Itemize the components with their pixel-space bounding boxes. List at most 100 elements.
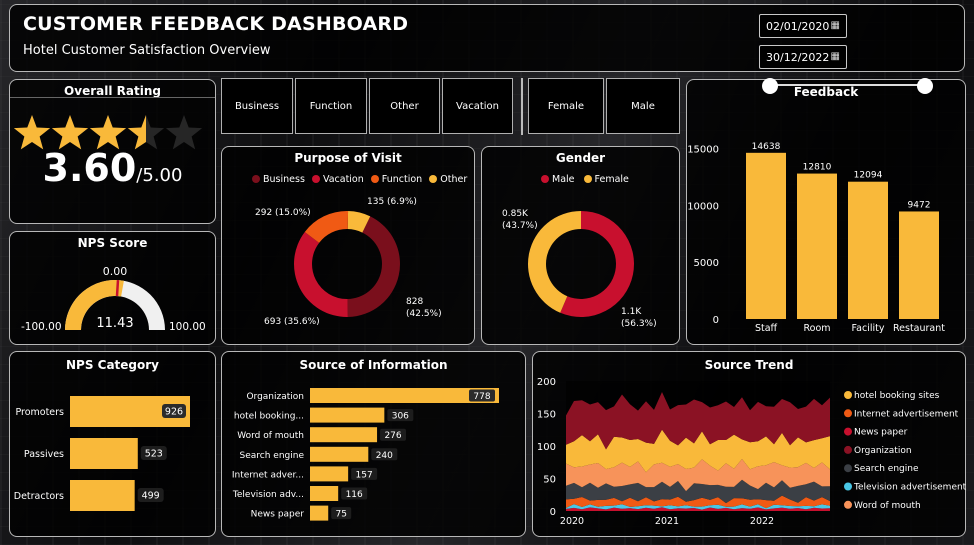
legend-label: Television advertisement: [853, 483, 966, 493]
x-tick-label: Facility: [852, 323, 885, 334]
nps-category-chart: Promoters 926 Passives 523 Detractors 499: [14, 396, 190, 511]
rating-max: /5.00: [136, 165, 183, 186]
slicer-business[interactable]: Business: [221, 78, 293, 134]
purpose-slice-vacation: [293, 231, 348, 317]
data-label: 12094: [854, 171, 883, 181]
legend-marker: [844, 464, 852, 473]
x-tick-label: Room: [803, 323, 830, 334]
slicer-vacation[interactable]: Vacation: [442, 78, 513, 134]
data-label: 523: [145, 449, 163, 460]
legend-label: hotel booking sites: [854, 391, 940, 401]
y-tick-label: 0: [550, 507, 556, 518]
nps-gauge: 0.00 11.43 -100.00 100.00: [21, 265, 206, 333]
purpose-label-other: 135 (6.9%): [367, 197, 417, 207]
category-label: Search engine: [240, 451, 305, 461]
purpose-label-vacation: 693 (35.6%): [264, 317, 320, 327]
slicer-function[interactable]: Function: [295, 78, 367, 134]
y-tick-label: 100: [537, 442, 556, 453]
feedback-bar: [848, 181, 888, 319]
source-bar: [310, 466, 349, 482]
slicer-other[interactable]: Other: [369, 78, 440, 134]
feedback-bar: [797, 173, 837, 319]
feedback-bar-chart: 0 5000 10000 15000 14638 Staff 12810 Room 12094 F…: [687, 142, 945, 334]
source-trend-chart: 0 50 100 150 200 2020 2021 2022 hotel booking si…: [537, 377, 966, 527]
date-start-input[interactable]: 02/01/2020 ▦: [759, 14, 847, 38]
legend-marker: [844, 482, 852, 491]
category-label: Television adv...: [232, 490, 304, 500]
nps-category-bar: [70, 438, 138, 469]
y-tick-label: 15000: [687, 145, 719, 156]
slicer-label: Vacation: [456, 100, 499, 112]
category-label: News paper: [251, 510, 305, 520]
purpose-label-function: 292 (15.0%): [255, 208, 311, 218]
data-label: 306: [392, 412, 409, 422]
data-label: 116: [346, 490, 363, 500]
legend-label: Organization: [854, 446, 912, 456]
slicer-male[interactable]: Male: [606, 78, 680, 134]
y-tick-label: 150: [537, 410, 556, 421]
category-label: Word of mouth: [237, 431, 304, 441]
source-bar: [310, 486, 339, 501]
slicer-label: Female: [547, 100, 585, 112]
calendar-icon[interactable]: ▦: [831, 20, 840, 31]
date-end-input[interactable]: 30/12/2022 ▦: [759, 45, 847, 69]
purpose-label-business-value: 828 (42.5%): [406, 297, 442, 319]
slicer-label: Other: [390, 100, 419, 112]
star-fill: [89, 115, 127, 150]
gauge-min-label: -100.00: [21, 321, 62, 333]
data-label: 9472: [908, 200, 931, 210]
date-end-value: 30/12/2022: [766, 51, 830, 64]
gauge-target-marker: [115, 280, 120, 297]
category-label: Detractors: [14, 491, 64, 502]
legend-label: News paper: [854, 428, 908, 438]
x-tick-label: Restaurant: [893, 323, 945, 334]
y-tick-label: 200: [537, 377, 556, 388]
nps-value: 11.43: [96, 316, 133, 331]
rating-stars: [13, 115, 203, 150]
data-label: 926: [165, 407, 183, 418]
data-label: 14638: [752, 142, 781, 152]
legend-marker: [844, 391, 852, 399]
legend-label: Word of mouth: [854, 501, 921, 511]
date-start-value: 02/01/2020: [766, 20, 830, 33]
data-label: 75: [335, 510, 346, 520]
calendar-icon[interactable]: ▦: [831, 51, 840, 62]
legend-marker: [844, 500, 852, 509]
feedback-bar: [746, 152, 786, 319]
x-tick-label: Staff: [755, 323, 778, 334]
gauge-max-label: 100.00: [169, 321, 206, 333]
nps-category-bar: [70, 480, 135, 511]
page-subtitle: Hotel Customer Satisfaction Overview: [23, 43, 271, 58]
slicer-label: Business: [234, 100, 280, 112]
category-label: Passives: [24, 449, 64, 460]
data-label: 276: [384, 431, 401, 441]
star-icon: [165, 115, 203, 150]
x-tick-label: 2022: [750, 516, 774, 527]
page-title: CUSTOMER FEEDBACK DASHBOARD: [23, 13, 409, 35]
x-tick-label: 2020: [560, 516, 584, 527]
category-label: Internet adver...: [232, 470, 304, 480]
legend-marker: [844, 427, 852, 436]
source-bar: [310, 407, 385, 423]
y-tick-label: 50: [543, 475, 556, 486]
source-bar: [310, 505, 329, 521]
y-tick-label: 0: [713, 315, 719, 326]
gender-label-male: 1.1K (56.3%): [621, 307, 657, 329]
star-fill: [13, 115, 51, 150]
source-bar: [310, 427, 378, 443]
category-label: Organization: [246, 392, 304, 402]
source-info-chart: Organization 778 hotel booking... 306 Word o…: [232, 388, 499, 521]
category-label: hotel booking...: [234, 412, 304, 422]
star-fill: [51, 115, 89, 150]
data-label: 12810: [803, 163, 832, 173]
slicer-divider: [521, 78, 523, 135]
y-tick-label: 5000: [694, 258, 719, 269]
slicer-label: Male: [631, 100, 655, 112]
source-bar: [310, 446, 369, 462]
data-label: 778: [473, 392, 490, 402]
data-label: 499: [142, 491, 160, 502]
overall-rating-title: Overall Rating: [64, 84, 161, 98]
legend-label: Search engine: [854, 464, 919, 474]
slicer-female[interactable]: Female: [528, 78, 604, 134]
gauge-target-label: 0.00: [103, 265, 128, 278]
